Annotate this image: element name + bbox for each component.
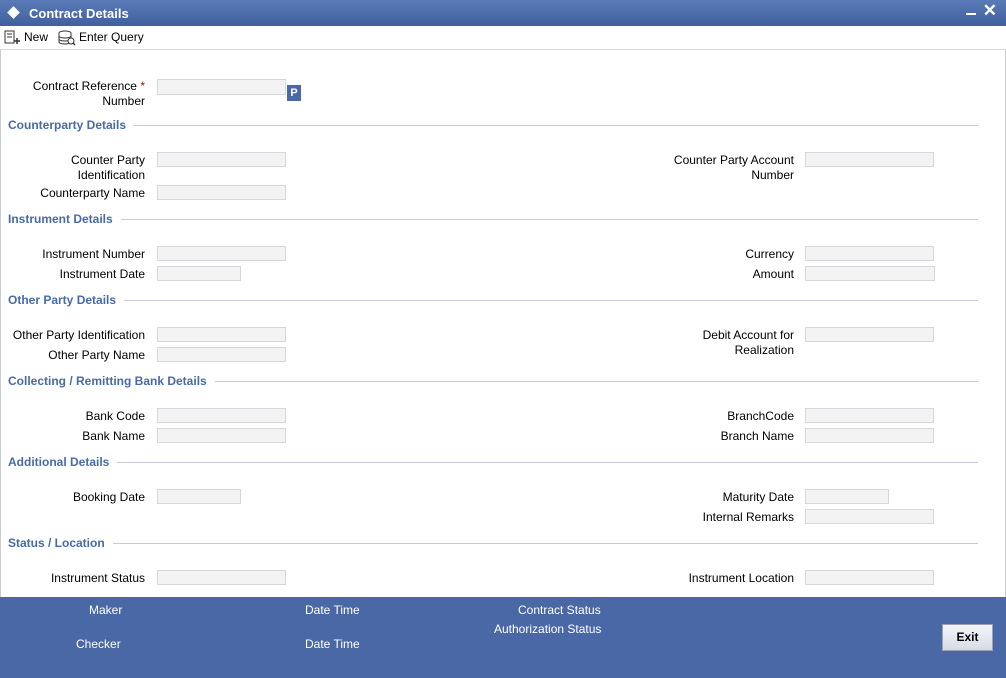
instrument-number-input[interactable] xyxy=(157,246,286,261)
instrument-date-input[interactable] xyxy=(157,266,241,281)
bank-code-label: Bank Code xyxy=(85,409,145,423)
toolbar: New Enter Query xyxy=(0,26,1006,50)
instrument-status-label: Instrument Status xyxy=(50,571,145,585)
instrument-section-title: Instrument Details xyxy=(8,212,121,226)
other-party-name-label: Other Party Name xyxy=(48,348,145,362)
other-party-identification-label: Other Party Identification xyxy=(12,328,145,342)
contract-reference-label: Contract Reference * Number xyxy=(20,79,145,109)
enter-query-button[interactable]: Enter Query xyxy=(58,28,148,46)
required-marker: * xyxy=(140,79,145,93)
counter-party-identification-line1: Counter Party xyxy=(70,153,145,167)
instrument-divider xyxy=(8,219,978,220)
authorization-status-label: Authorization Status xyxy=(494,622,602,636)
exit-button[interactable]: Exit xyxy=(942,624,993,651)
new-button[interactable]: New xyxy=(4,28,50,46)
counterparty-divider xyxy=(8,125,978,126)
checker-date-time-label: Date Time xyxy=(305,637,360,651)
bank-section-title: Collecting / Remitting Bank Details xyxy=(8,374,215,388)
maturity-date-label: Maturity Date xyxy=(722,490,794,504)
additional-divider xyxy=(8,462,978,463)
counter-party-account-input[interactable] xyxy=(805,152,934,167)
new-label: New xyxy=(24,30,49,44)
booking-date-input[interactable] xyxy=(157,489,241,504)
status-divider xyxy=(8,543,978,544)
amount-input[interactable] xyxy=(805,266,935,281)
counter-party-account-line2: Number xyxy=(751,168,794,182)
debit-account-line1: Debit Account for xyxy=(702,328,794,342)
contract-reference-lookup-button[interactable]: P xyxy=(287,85,301,101)
other-party-identification-input[interactable] xyxy=(157,327,286,342)
contract-status-label: Contract Status xyxy=(518,603,601,617)
other-party-name-input[interactable] xyxy=(157,347,286,362)
instrument-date-label: Instrument Date xyxy=(59,267,145,281)
close-icon[interactable]: ✕ xyxy=(983,2,997,20)
counterparty-name-input[interactable] xyxy=(157,185,286,200)
counter-party-identification-input[interactable] xyxy=(157,152,286,167)
counter-party-account-line1: Counter Party Account xyxy=(673,153,794,167)
branch-code-label: BranchCode xyxy=(727,409,794,423)
debit-account-line2: Realization xyxy=(734,343,794,357)
currency-input[interactable] xyxy=(805,246,934,261)
other-party-divider xyxy=(8,300,978,301)
contract-reference-label-line1: Contract Reference xyxy=(32,79,137,93)
maker-date-time-label: Date Time xyxy=(305,603,360,617)
app-diamond-icon xyxy=(7,6,20,19)
debit-account-input[interactable] xyxy=(805,327,934,342)
instrument-location-label: Instrument Location xyxy=(688,571,794,585)
additional-section-title: Additional Details xyxy=(8,455,118,469)
currency-label: Currency xyxy=(745,247,794,261)
counterparty-section-title: Counterparty Details xyxy=(8,118,135,132)
booking-date-label: Booking Date xyxy=(72,490,145,504)
internal-remarks-input[interactable] xyxy=(805,509,934,524)
bank-name-label: Bank Name xyxy=(82,429,145,443)
bank-name-input[interactable] xyxy=(157,428,286,443)
branch-name-input[interactable] xyxy=(805,428,934,443)
counter-party-identification-label: Counter Party Identification xyxy=(20,153,145,183)
window-title: Contract Details xyxy=(29,6,129,21)
window-titlebar: Contract Details ✕ xyxy=(0,0,1006,26)
contract-reference-input[interactable] xyxy=(157,79,286,95)
branch-code-input[interactable] xyxy=(805,408,934,423)
database-query-icon xyxy=(58,30,76,46)
instrument-status-input[interactable] xyxy=(157,570,286,585)
branch-name-label: Branch Name xyxy=(720,429,794,443)
counterparty-name-label: Counterparty Name xyxy=(40,186,145,200)
instrument-number-label: Instrument Number xyxy=(42,247,145,261)
internal-remarks-label: Internal Remarks xyxy=(702,510,794,524)
audit-footer xyxy=(0,597,1006,678)
instrument-location-input[interactable] xyxy=(805,570,934,585)
other-party-section-title: Other Party Details xyxy=(8,293,125,307)
new-document-icon xyxy=(4,30,20,44)
counter-party-account-label: Counter Party Account Number xyxy=(640,153,794,183)
maturity-date-input[interactable] xyxy=(805,489,889,504)
contract-reference-label-line2: Number xyxy=(102,94,145,108)
debit-account-label: Debit Account for Realization xyxy=(640,328,794,358)
maker-label: Maker xyxy=(89,603,123,617)
checker-label: Checker xyxy=(76,637,121,651)
minimize-icon[interactable] xyxy=(966,13,976,15)
bank-code-input[interactable] xyxy=(157,408,286,423)
counter-party-identification-line2: Identification xyxy=(77,168,145,182)
amount-label: Amount xyxy=(752,267,794,281)
enter-query-label: Enter Query xyxy=(79,30,144,44)
status-section-title: Status / Location xyxy=(8,536,113,550)
